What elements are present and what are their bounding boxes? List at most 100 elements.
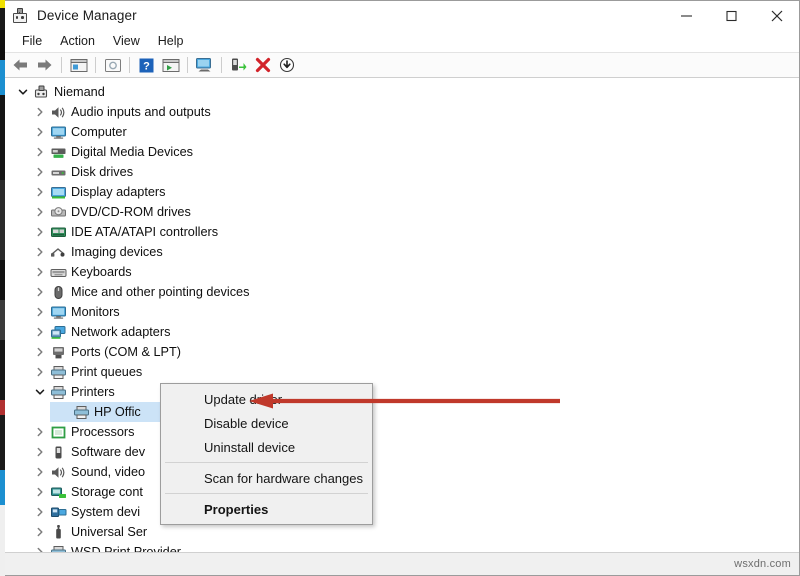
context-menu-item[interactable]: Properties	[161, 497, 372, 521]
tree-item[interactable]: Imaging devices	[5, 242, 799, 262]
chevron-right-icon[interactable]	[31, 367, 48, 377]
tree-item-label: Print queues	[71, 364, 142, 380]
tree-item[interactable]: Processors	[5, 422, 799, 442]
port-icon	[48, 344, 68, 360]
tree-item-label: Sound, video	[71, 464, 145, 480]
media-device-icon	[48, 144, 68, 160]
chevron-right-icon[interactable]	[31, 227, 48, 237]
tree-item[interactable]: Monitors	[5, 302, 799, 322]
context-menu-item[interactable]: Scan for hardware changes	[161, 466, 372, 490]
device-tree[interactable]: Niemand Audio inputs and outputs Computer D…	[5, 78, 799, 552]
chevron-right-icon[interactable]	[31, 507, 48, 517]
menu-action[interactable]: Action	[51, 32, 104, 50]
monitor-icon	[48, 124, 68, 140]
dvd-drive-icon	[48, 204, 68, 220]
network-adapter-icon	[48, 324, 68, 340]
tree-item-label: DVD/CD-ROM drives	[71, 204, 191, 220]
usb-icon	[48, 524, 68, 540]
tree-item-label: Ports (COM & LPT)	[71, 344, 181, 360]
chevron-right-icon[interactable]	[31, 247, 48, 257]
chevron-right-icon[interactable]	[31, 127, 48, 137]
properties-icon[interactable]	[101, 54, 124, 76]
toolbar-separator-5	[221, 57, 222, 73]
tree-item-label: Universal Ser	[71, 524, 147, 540]
chevron-right-icon[interactable]	[31, 487, 48, 497]
tree-item[interactable]: Ports (COM & LPT)	[5, 342, 799, 362]
chevron-right-icon[interactable]	[31, 447, 48, 457]
context-menu-separator	[165, 462, 368, 463]
minimize-button[interactable]	[664, 1, 709, 30]
imaging-device-icon	[48, 244, 68, 260]
tree-item[interactable]: Network adapters	[5, 322, 799, 342]
tree-item-label: Computer	[71, 124, 127, 140]
tree-item[interactable]: Audio inputs and outputs	[5, 102, 799, 122]
monitor-icon	[48, 304, 68, 320]
window-title: Device Manager	[37, 8, 137, 23]
menu-view[interactable]: View	[104, 32, 149, 50]
chevron-right-icon[interactable]	[31, 307, 48, 317]
tree-item[interactable]: Digital Media Devices	[5, 142, 799, 162]
chevron-down-icon[interactable]	[14, 87, 31, 97]
chevron-right-icon[interactable]	[31, 527, 48, 537]
chevron-right-icon[interactable]	[31, 427, 48, 437]
close-button[interactable]	[754, 1, 799, 30]
menu-file[interactable]: File	[13, 32, 51, 50]
tree-item[interactable]: Disk drives	[5, 162, 799, 182]
maximize-button[interactable]	[709, 1, 754, 30]
chevron-down-icon[interactable]	[31, 387, 48, 397]
tree-item[interactable]: Storage cont	[5, 482, 799, 502]
context-menu-item[interactable]: Uninstall device	[161, 435, 372, 459]
tree-item[interactable]: DVD/CD-ROM drives	[5, 202, 799, 222]
tree-item[interactable]: Print queues	[5, 362, 799, 382]
chevron-right-icon[interactable]	[31, 467, 48, 477]
watermark-text: wsxdn.com	[734, 558, 791, 570]
chevron-right-icon[interactable]	[31, 147, 48, 157]
context-menu-separator	[165, 493, 368, 494]
back-arrow-icon[interactable]	[9, 54, 32, 76]
uninstall-device-icon[interactable]	[251, 54, 274, 76]
disk-drive-icon	[48, 164, 68, 180]
tree-item[interactable]: Keyboards	[5, 262, 799, 282]
tree-item[interactable]: Niemand	[5, 82, 799, 102]
disable-device-icon[interactable]	[275, 54, 298, 76]
display-adapter-icon	[48, 184, 68, 200]
update-driver-icon[interactable]	[159, 54, 182, 76]
printer-icon	[48, 364, 68, 380]
forward-arrow-icon[interactable]	[33, 54, 56, 76]
chevron-right-icon[interactable]	[31, 547, 48, 552]
show-hide-console-tree-icon[interactable]	[67, 54, 90, 76]
speaker-icon	[48, 464, 68, 480]
help-icon[interactable]: ?	[135, 54, 158, 76]
tree-item-label: Niemand	[54, 84, 105, 100]
chevron-right-icon[interactable]	[31, 187, 48, 197]
storage-controller-icon	[48, 484, 68, 500]
chevron-right-icon[interactable]	[31, 107, 48, 117]
scan-for-hardware-changes-icon[interactable]	[193, 54, 216, 76]
title-bar: Device Manager	[5, 1, 799, 30]
menu-help[interactable]: Help	[149, 32, 193, 50]
tree-item-label: IDE ATA/ATAPI controllers	[71, 224, 218, 240]
tree-item[interactable]: Sound, video	[5, 462, 799, 482]
enable-device-icon[interactable]	[227, 54, 250, 76]
tree-item[interactable]: Mice and other pointing devices	[5, 282, 799, 302]
chevron-right-icon[interactable]	[31, 287, 48, 297]
chevron-right-icon[interactable]	[31, 347, 48, 357]
tree-item[interactable]: WSD Print Provider	[5, 542, 799, 552]
toolbar-separator-4	[187, 57, 188, 73]
tree-item[interactable]: System devi	[5, 502, 799, 522]
printer-icon	[71, 404, 91, 420]
tree-item-label: Network adapters	[71, 324, 170, 340]
tree-item-label: Disk drives	[71, 164, 133, 180]
device-manager-screenshot: Device Manager File Action View Help	[0, 0, 800, 576]
tree-item[interactable]: IDE ATA/ATAPI controllers	[5, 222, 799, 242]
chevron-right-icon[interactable]	[31, 207, 48, 217]
tree-item[interactable]: Software dev	[5, 442, 799, 462]
chevron-right-icon[interactable]	[31, 267, 48, 277]
context-menu-item[interactable]: Disable device	[161, 411, 372, 435]
tree-item[interactable]: Computer	[5, 122, 799, 142]
tree-item[interactable]: Display adapters	[5, 182, 799, 202]
chevron-right-icon[interactable]	[31, 327, 48, 337]
chevron-right-icon[interactable]	[31, 167, 48, 177]
tree-item[interactable]: Universal Ser	[5, 522, 799, 542]
status-bar: wsxdn.com	[5, 552, 799, 575]
